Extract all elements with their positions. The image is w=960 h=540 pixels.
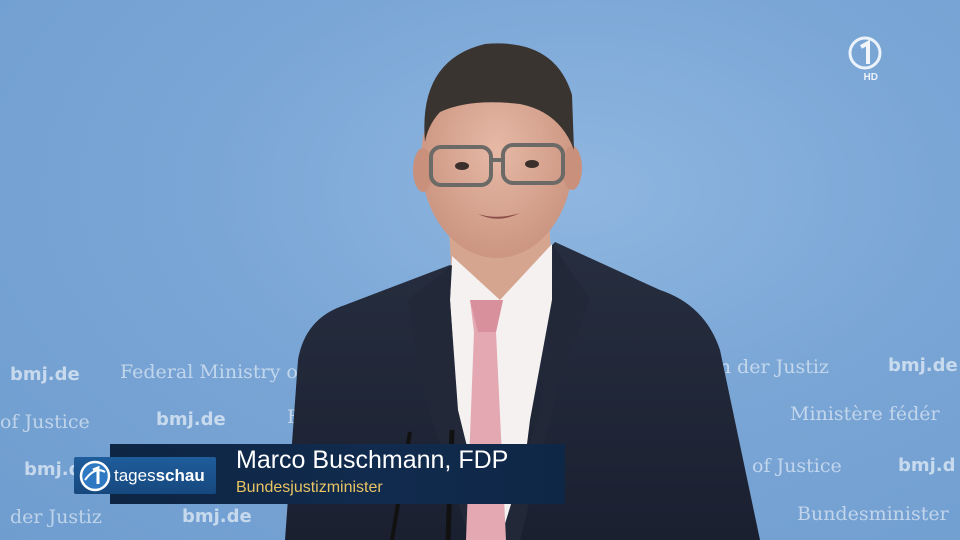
speaker-name: Marco Buschmann, FDP xyxy=(236,446,509,474)
das-erste-one-icon xyxy=(848,36,882,70)
video-frame: bmj.de Federal Ministry of m der Justiz … xyxy=(0,0,960,540)
brand-part-1: tages xyxy=(114,466,156,485)
hd-label: HD xyxy=(863,72,878,83)
tagesschau-wordmark: tagesschau xyxy=(114,466,205,486)
speaker-role: Bundesjustizminister xyxy=(236,479,383,496)
brand-part-2: schau xyxy=(155,466,205,485)
tagesschau-globe-icon xyxy=(79,460,111,492)
